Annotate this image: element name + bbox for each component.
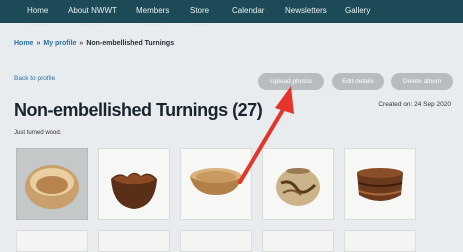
annotation-arrow-icon bbox=[238, 86, 294, 184]
